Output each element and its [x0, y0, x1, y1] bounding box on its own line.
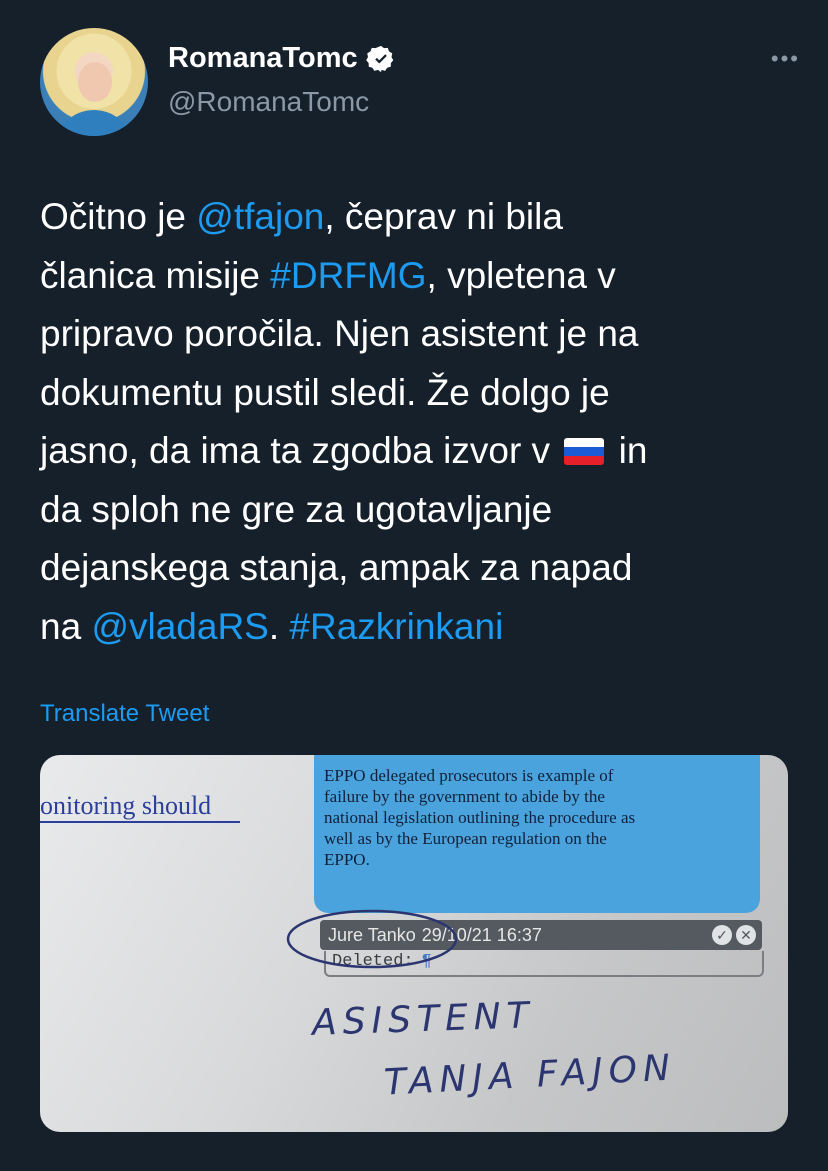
- tweet-text: Očitno je @tfajon, čeprav ni bila članic…: [40, 188, 780, 656]
- avatar-face: [78, 62, 112, 102]
- display-name[interactable]: RomanaTomc: [168, 42, 358, 75]
- comment-line: EPPO.: [324, 850, 370, 869]
- slovenia-flag-icon: [564, 438, 605, 465]
- tweet-text-segment: .: [268, 605, 290, 647]
- document-fragment-text: onitoring should: [40, 791, 212, 820]
- mention-link[interactable]: @tfajon: [196, 196, 324, 237]
- comment-line: national legislation outlining the proce…: [324, 808, 636, 827]
- translate-tweet-link[interactable]: Translate Tweet: [40, 700, 209, 728]
- handwriting-line-1: ASISTENT: [311, 995, 536, 1044]
- tweet-text-segment: Očitno je: [40, 196, 197, 237]
- avatar[interactable]: [40, 28, 148, 136]
- verified-badge-icon: [365, 45, 393, 72]
- tweet-media-image[interactable]: onitoring should EPPO delegated prosecut…: [40, 755, 788, 1132]
- hashtag-link[interactable]: #DRFMG: [270, 255, 426, 296]
- checkmark-icon: ✓: [712, 925, 732, 945]
- comment-line: failure by the government to abide by th…: [324, 787, 605, 806]
- comment-balloon: EPPO delegated prosecutors is example of…: [314, 755, 760, 913]
- handwriting-line-2: TANJA FAJON: [383, 1047, 677, 1104]
- more-options-icon[interactable]: •••: [771, 46, 800, 72]
- document-underline: [40, 821, 240, 823]
- close-icon: ✕: [736, 925, 756, 945]
- user-handle[interactable]: @RomanaTomc: [168, 86, 369, 118]
- comment-actions: ✓ ✕: [712, 925, 756, 945]
- comment-line: EPPO delegated prosecutors is example of: [324, 766, 614, 785]
- hashtag-link[interactable]: #Razkrinkani: [289, 606, 503, 647]
- mention-link[interactable]: @vladaRS: [91, 606, 268, 647]
- tweet-header: RomanaTomc @RomanaTomc •••: [40, 28, 800, 138]
- handdrawn-circle: [286, 909, 458, 969]
- comment-line: well as by the European regulation on th…: [324, 829, 607, 848]
- avatar-shirt: [54, 110, 134, 136]
- name-row: RomanaTomc: [168, 42, 396, 75]
